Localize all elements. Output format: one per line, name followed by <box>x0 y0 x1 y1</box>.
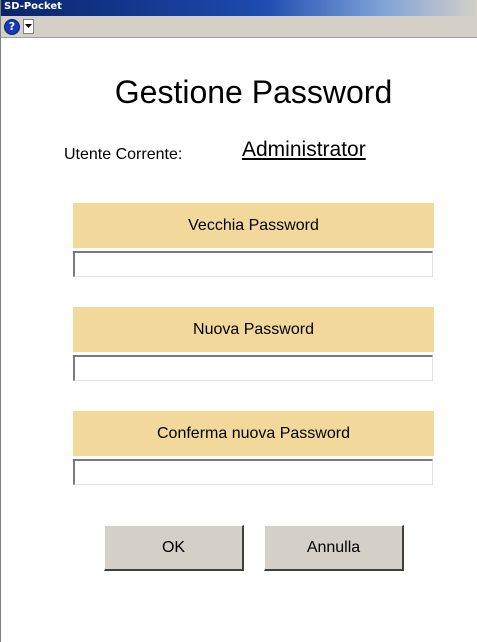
new-password-label: Nuova Password <box>73 307 434 352</box>
chevron-down-icon[interactable] <box>23 19 34 34</box>
current-user-label: Utente Corrente: <box>64 146 183 163</box>
confirm-password-label: Conferma nuova Password <box>73 411 434 456</box>
new-password-input[interactable] <box>73 355 433 381</box>
confirm-password-input[interactable] <box>73 459 433 485</box>
help-menu-button[interactable]: ? <box>4 18 40 35</box>
app-window: SD-Pocket ? Gestione Password Utente Cor… <box>0 0 477 642</box>
window-title: SD-Pocket <box>4 1 62 12</box>
help-icon[interactable]: ? <box>4 18 20 35</box>
title-bar[interactable]: SD-Pocket <box>1 0 477 16</box>
old-password-label: Vecchia Password <box>73 203 434 248</box>
current-user-value: Administrator <box>242 138 366 161</box>
old-password-input[interactable] <box>73 251 433 277</box>
toolbar: ? <box>1 16 477 38</box>
ok-button[interactable]: OK <box>104 525 244 571</box>
cancel-button[interactable]: Annulla <box>264 525 404 571</box>
page-title: Gestione Password <box>114 74 393 110</box>
